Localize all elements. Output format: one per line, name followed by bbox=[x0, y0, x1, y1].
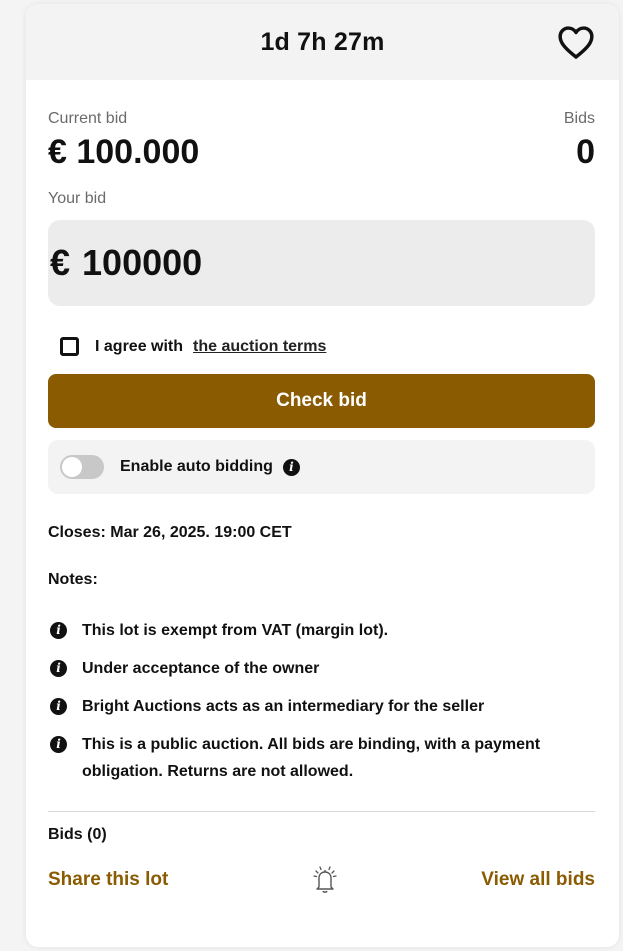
auto-bidding-row: Enable auto bidding i bbox=[48, 440, 595, 494]
bids-count: Bids (0) bbox=[48, 826, 107, 843]
info-icon[interactable]: i bbox=[282, 458, 300, 476]
check-bid-button[interactable]: Check bid bbox=[48, 374, 595, 428]
note-text: Under acceptance of the owner bbox=[82, 660, 320, 677]
panel-header: 1d 7h 27m bbox=[26, 4, 619, 80]
note-text: This lot is exempt from VAT (margin lot)… bbox=[82, 622, 389, 639]
divider bbox=[48, 811, 595, 812]
current-bid-value: € 100.000 bbox=[48, 133, 200, 171]
heart-icon[interactable] bbox=[557, 24, 595, 60]
bids-label: Bids bbox=[563, 110, 595, 127]
panel-footer: Share this lot View all bids bbox=[48, 864, 595, 896]
info-icon: i bbox=[50, 698, 67, 715]
auction-terms-link[interactable]: the auction terms bbox=[193, 338, 326, 356]
list-item: i Under acceptance of the owner bbox=[48, 655, 595, 682]
bell-icon[interactable] bbox=[310, 864, 340, 896]
bid-amount-input[interactable] bbox=[82, 242, 503, 284]
bid-panel: 1d 7h 27m Current bid Bids € 100.000 0 Y… bbox=[26, 4, 619, 947]
bids-value: 0 bbox=[576, 133, 595, 171]
closing-time: Closes: Mar 26, 2025. 19:00 CET bbox=[48, 524, 292, 541]
view-all-bids-link[interactable]: View all bids bbox=[481, 869, 595, 891]
note-text: This is a public auction. All bids are b… bbox=[82, 736, 541, 780]
info-icon: i bbox=[50, 736, 67, 753]
terms-agreement: I agree with the auction terms bbox=[48, 337, 595, 356]
current-bid-label: Current bid bbox=[48, 110, 128, 127]
currency-symbol: € bbox=[50, 242, 71, 283]
auto-bidding-toggle[interactable] bbox=[60, 455, 104, 479]
share-lot-link[interactable]: Share this lot bbox=[48, 869, 168, 891]
auto-bidding-label: Enable auto bidding bbox=[120, 458, 273, 475]
info-icon: i bbox=[50, 660, 67, 677]
list-item: i This is a public auction. All bids are… bbox=[48, 731, 595, 785]
terms-checkbox[interactable] bbox=[60, 337, 79, 356]
bid-summary-labels: Current bid Bids bbox=[48, 110, 595, 128]
list-item: i Bright Auctions acts as an intermediar… bbox=[48, 693, 595, 720]
list-item: i This lot is exempt from VAT (margin lo… bbox=[48, 617, 595, 644]
notes-title: Notes: bbox=[48, 571, 98, 588]
bid-input-container[interactable]: € bbox=[48, 220, 595, 306]
info-icon: i bbox=[50, 622, 67, 639]
bid-summary-values: € 100.000 0 bbox=[48, 133, 595, 172]
countdown-timer: 1d 7h 27m bbox=[260, 27, 385, 56]
note-text: Bright Auctions acts as an intermediary … bbox=[82, 698, 485, 715]
terms-agree-text: I agree with bbox=[95, 337, 184, 355]
panel-content: Current bid Bids € 100.000 0 Your bid € … bbox=[26, 110, 619, 896]
notes-list: i This lot is exempt from VAT (margin lo… bbox=[48, 617, 595, 785]
your-bid-label: Your bid bbox=[48, 190, 107, 207]
